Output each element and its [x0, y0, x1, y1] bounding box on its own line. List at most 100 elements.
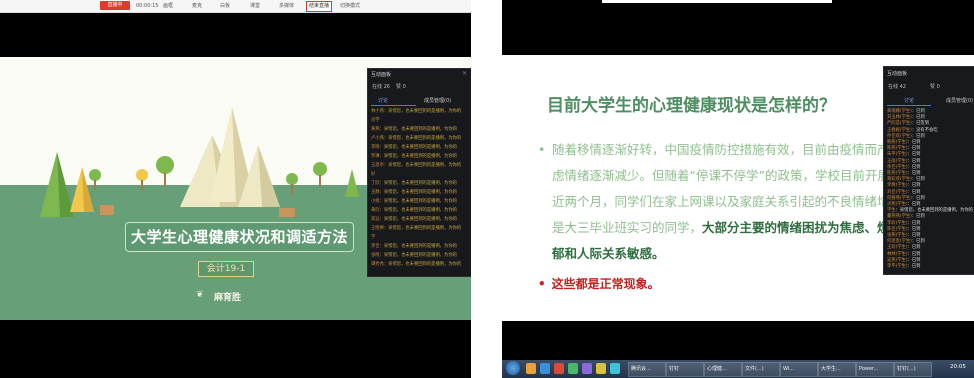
message-text: ：已到 [907, 245, 921, 251]
message-author: 小组 [371, 199, 380, 204]
end-live-button[interactable]: 结束直播 [306, 1, 333, 12]
taskbar-task[interactable]: 钉钉 [666, 362, 704, 377]
bullet-dot-red: • [538, 277, 546, 291]
app-icon[interactable] [596, 363, 606, 374]
message-text: ：已到 [911, 133, 925, 139]
message-text: ：呆愣您，也未要回到的是播例，为你的 [379, 253, 457, 258]
toolbar-item-mic[interactable]: 麦克 [192, 2, 202, 10]
message-row: 李晓：呆愣您，也未要回到的是播例，为你的 [371, 145, 457, 151]
message-text: ：呆愣您，也未要回到的是播例，为你的 [379, 181, 457, 186]
slide-heading: 目前大学生的心理健康现状是怎样的？ [547, 96, 836, 116]
message-author: 蒋欢欢(学生) [887, 177, 912, 183]
tab-members[interactable]: 成员管理(0) [424, 97, 451, 104]
message-author: 张晓 [371, 253, 380, 258]
author-name: 麻育胜 [214, 293, 242, 303]
message-author: 严欣蕊(学生) [887, 121, 912, 127]
message-author: 好 [371, 172, 376, 177]
message-author: 陈佳(学生) [887, 226, 908, 232]
message-text: ：呆愣您，也未要回到的是播例，为你的 [379, 244, 457, 249]
message-author: 张燕(学生) [887, 233, 908, 238]
message-row: 小组：呆愣您，也未要回到的是播例，为你的 [371, 199, 457, 205]
taskbar-task[interactable]: 腾讯会... [628, 362, 666, 377]
switch-mode-button[interactable]: 切换模式 [340, 2, 360, 10]
message-author: 黄欣 [371, 208, 380, 213]
message-text: ：呆愣您，也未要回到的是播例，为你的 [383, 262, 462, 267]
message-author: 高远 [371, 217, 380, 222]
message-row: 学 [371, 235, 375, 241]
message-author: 黄瑞娜(学生) [887, 109, 912, 114]
message-text: ：已到 [907, 202, 921, 207]
message-author: 陈燕(学生) [887, 171, 908, 176]
message-author: 董燕燕(学生) [887, 214, 912, 220]
message-text: ：呆愣您，也未要回到的是播例，为你的 [383, 163, 462, 168]
bold-emotion-text-2: 郁和人际关系敏感。 [552, 246, 665, 261]
tab-discuss[interactable]: 讨论 [904, 97, 914, 104]
start-button-icon[interactable] [506, 361, 520, 375]
message-author: 丁欣 [371, 181, 380, 186]
message-author: 朱平(学生) [887, 152, 908, 158]
toolbar-item-classroom[interactable]: 课堂 [250, 2, 260, 10]
app-icon[interactable] [540, 363, 550, 374]
like-count: 赞 0 [930, 84, 940, 90]
message-author: 李倩(学生) [887, 183, 908, 189]
app-icon[interactable] [610, 363, 620, 374]
active-tab-indicator [887, 105, 931, 106]
like-count: 赞 0 [396, 84, 406, 90]
message-author: 王雨(学生) [887, 158, 908, 164]
message-author: 李平(学生) [887, 264, 908, 269]
message-text: ：呆愣您，也未要回到的是播例，为你的 [379, 208, 457, 213]
message-row: 李佳：呆愣您，也未要回到的是播例，为你的 [371, 244, 457, 250]
app-icon[interactable] [526, 363, 536, 374]
message-author: 王思亭 [371, 163, 384, 168]
message-row: 黄燕：呆愣您，也未要回到的是播例，为你的 [371, 127, 457, 133]
message-row: 李平(学生)：已到 [887, 264, 920, 270]
message-text: ：已到 [907, 251, 921, 257]
app-icon[interactable] [554, 363, 564, 374]
tab-members[interactable]: 成员管理(0) [946, 97, 973, 104]
live-status-button[interactable]: 直播中 [100, 1, 130, 10]
online-count: 在线 26 [372, 84, 390, 90]
conclusion-text: 这些都是正常现象。 [551, 277, 660, 291]
message-row: 卢小燕：呆愣您，也未要回到的是播例，为你的 [371, 136, 461, 142]
message-row: 高远：呆愣您，也未要回到的是播例，为你的 [371, 217, 457, 223]
taskbar-task[interactable]: 大学生... [818, 362, 856, 377]
message-text: ：已到 [911, 195, 925, 201]
message-row: 王晓婷：呆愣您，也未要回到的是播例，为你的 [371, 226, 461, 232]
timer-text: 00:00:15 [136, 3, 159, 9]
right-screenshot: 目前大学生的心理健康现状是怎样的？ • 随着移情逐渐好转，中国疫情防控措施有效，… [502, 0, 974, 378]
interaction-panel: 互动面板 × 在线 26 赞 0 讨论 成员管理(0) 林小燕：呆愣您，也未要回… [367, 68, 471, 277]
taskbar-task[interactable]: Power... [856, 362, 894, 377]
message-text: ：呆愣您，也未要回到的是播例，为你的 [379, 217, 457, 222]
message-author: 林林(学生) [887, 251, 908, 257]
taskbar-task[interactable]: Wi... [780, 362, 818, 377]
close-icon[interactable]: × [462, 70, 467, 77]
toolbar-item-whiteboard[interactable]: 白板 [220, 2, 230, 10]
bullet-line-5: 郁和人际关系敏感。 [552, 241, 665, 267]
panel-title: 互动面板 [371, 72, 392, 78]
taskbar-task[interactable]: 钉钉(...) [894, 362, 932, 377]
app-icon[interactable] [582, 363, 592, 374]
message-text: ：已到 [907, 257, 921, 263]
message-author: 王静 [371, 190, 380, 195]
message-text: ：已到 [911, 109, 925, 114]
bullet-line-1: 随着移情逐渐好转，中国疫情防控措施有效，目前由疫情而产生 [552, 142, 903, 157]
message-row: 林小燕：呆愣您，也未要回到的是播例，为你的 [371, 109, 461, 115]
message-author: 学 [371, 235, 376, 240]
toolbar-item-draw[interactable]: 画框 [163, 2, 173, 10]
online-count: 在线 42 [888, 84, 906, 90]
taskbar-task[interactable]: 心理健... [704, 362, 742, 377]
message-text: ：已到 [911, 214, 925, 220]
conclusion-line: • 这些都是正常现象。 [538, 275, 660, 292]
message-author: 刘玉林(学生) [887, 115, 912, 121]
app-icon[interactable] [568, 363, 578, 374]
message-author: 王春妮(学生) [887, 127, 912, 133]
toolbar-item-media[interactable]: 多媒体 [279, 2, 294, 10]
message-text: ：呆愣您，也未要回到的是播例，为你的 [895, 208, 973, 214]
message-row: 好 [371, 172, 375, 178]
message-author: 李欢(学生) [887, 220, 908, 226]
message-author: 李晓 [371, 145, 380, 150]
message-text: ：已到 [907, 220, 921, 226]
tab-discuss[interactable]: 讨论 [378, 97, 388, 104]
message-text: ：已到 [907, 158, 921, 164]
taskbar-task[interactable]: 文件(...) [742, 362, 780, 377]
